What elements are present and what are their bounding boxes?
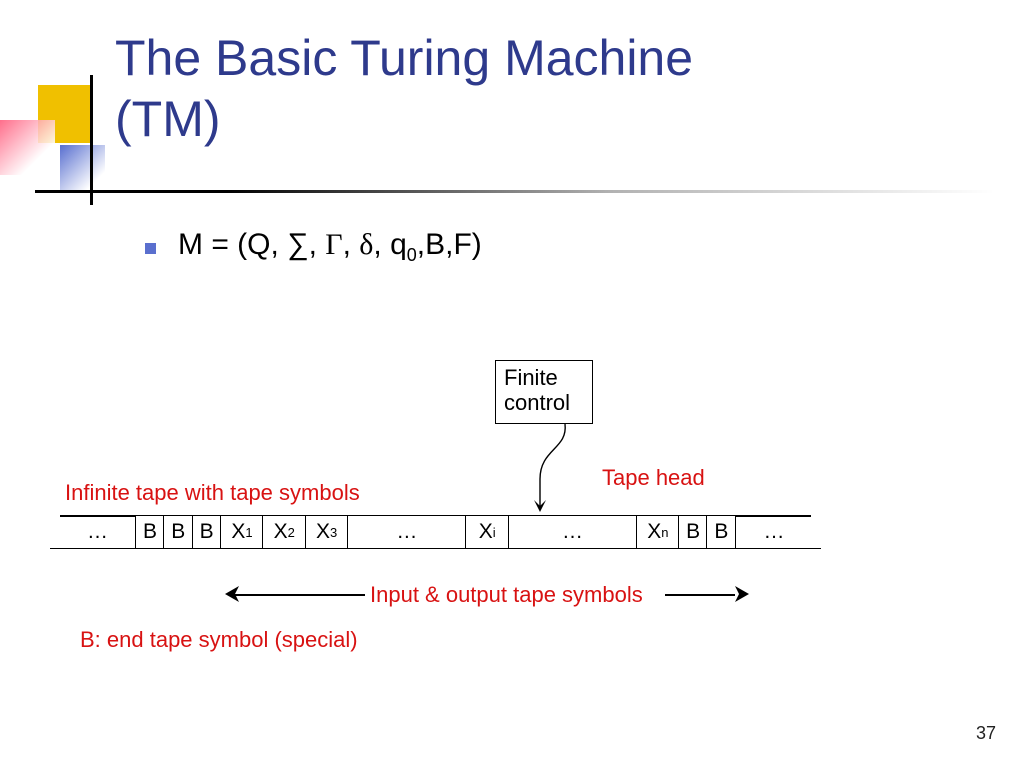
slide-title: The Basic Turing Machine (TM)	[115, 28, 693, 150]
finite-control-box: Finite control	[495, 360, 593, 424]
tape-cell: B	[135, 515, 165, 549]
tape-cell: Xi	[465, 515, 509, 549]
tape-left-end: …	[60, 515, 135, 549]
tape-cell: B	[706, 515, 736, 549]
page-number: 37	[976, 723, 996, 744]
tape-cell: B	[678, 515, 708, 549]
tape-head-label: Tape head	[602, 465, 705, 491]
corner-decoration	[0, 85, 120, 205]
tape-cell: X1	[220, 515, 264, 549]
tape-cell: X2	[262, 515, 306, 549]
bullet-definition: M = (Q, ∑, Γ, δ, q0,B,F)	[145, 228, 482, 266]
tape: … B B B X1 X2 X3 … Xi … Xn B B …	[60, 515, 811, 549]
tape-cell: X3	[305, 515, 349, 549]
io-tape-label: Input & output tape symbols	[370, 582, 643, 608]
infinite-tape-label: Infinite tape with tape symbols	[65, 480, 360, 506]
tape-cell: Xn	[636, 515, 680, 549]
tape-cell: …	[508, 515, 638, 549]
tape-head-arrow-curve	[520, 424, 570, 516]
arrow-left-icon	[225, 586, 239, 602]
title-line-1: The Basic Turing Machine	[115, 30, 693, 86]
io-arrow-right	[665, 594, 735, 596]
tape-cell: B	[192, 515, 222, 549]
b-symbol-label: B: end tape symbol (special)	[80, 627, 358, 653]
bullet-icon	[145, 243, 156, 254]
tape-cell: …	[347, 515, 467, 549]
title-underline	[35, 190, 995, 193]
tm-tuple: M = (Q, ∑, Γ, δ, q0,B,F)	[178, 228, 482, 266]
io-arrow-left	[235, 594, 365, 596]
title-line-2: (TM)	[115, 91, 221, 147]
tape-right-end: …	[736, 515, 811, 549]
tape-cell: B	[163, 515, 193, 549]
arrow-right-icon	[735, 586, 749, 602]
